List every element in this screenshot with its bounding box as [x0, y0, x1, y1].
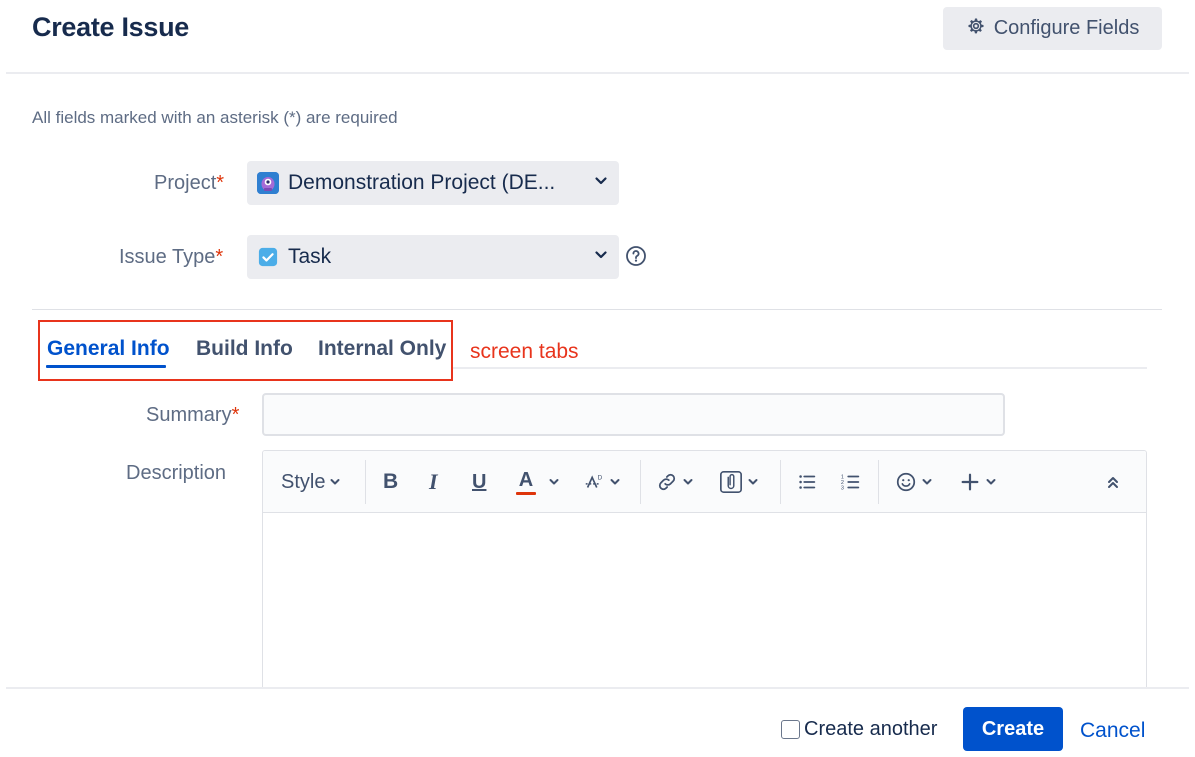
tabs-baseline: [453, 367, 1147, 369]
create-another-option[interactable]: Create another: [781, 718, 937, 741]
attachment-icon: [719, 470, 743, 494]
chevron-down-icon: [548, 476, 560, 488]
footer-divider: [6, 687, 1189, 689]
summary-label: Summary*: [146, 404, 239, 427]
clear-formatting-icon: D: [583, 471, 605, 493]
project-label: Project*: [154, 172, 224, 195]
required-asterisk: *: [216, 172, 224, 194]
toolbar-separator: [640, 460, 641, 504]
insert-more-button[interactable]: [959, 465, 997, 499]
gear-icon: [966, 16, 986, 42]
issue-type-label: Issue Type*: [119, 246, 223, 269]
collapse-toolbar-button[interactable]: [1105, 465, 1121, 499]
tab-build-info[interactable]: Build Info: [196, 337, 293, 361]
italic-button[interactable]: I: [429, 465, 438, 499]
required-asterisk: *: [215, 246, 223, 268]
bullet-list-icon: [796, 471, 818, 493]
style-dropdown[interactable]: Style: [281, 465, 341, 499]
toolbar-separator: [780, 460, 781, 504]
bullet-list-button[interactable]: [796, 465, 818, 499]
tab-internal-only[interactable]: Internal Only: [318, 337, 446, 361]
create-another-label: Create another: [804, 718, 937, 741]
project-select[interactable]: Demonstration Project (DE...: [247, 161, 619, 205]
text-color-button[interactable]: A: [516, 465, 560, 499]
svg-text:3: 3: [841, 485, 844, 491]
header-divider: [6, 72, 1189, 74]
project-value: Demonstration Project (DE...: [288, 171, 593, 195]
create-button[interactable]: Create: [963, 707, 1063, 751]
required-asterisk: *: [232, 404, 240, 426]
description-content-area[interactable]: [263, 513, 1146, 709]
issue-type-value: Task: [288, 245, 593, 269]
summary-input[interactable]: [262, 393, 1005, 436]
chevron-down-icon: [682, 476, 694, 488]
description-label: Description: [126, 462, 226, 485]
project-avatar-icon: [257, 172, 279, 194]
clear-formatting-button[interactable]: D: [583, 465, 621, 499]
bold-icon: B: [383, 470, 398, 494]
italic-icon: I: [429, 469, 438, 495]
chevron-down-icon: [609, 476, 621, 488]
required-fields-note: All fields marked with an asterisk (*) a…: [32, 108, 398, 128]
numbered-list-button[interactable]: 1 2 3: [840, 465, 862, 499]
editor-toolbar: Style B I U A D: [263, 451, 1146, 513]
toolbar-separator: [878, 460, 879, 504]
link-button[interactable]: [656, 465, 694, 499]
chevron-down-icon: [593, 173, 609, 194]
issue-type-select[interactable]: Task: [247, 235, 619, 279]
attachment-button[interactable]: [719, 465, 759, 499]
configure-fields-label: Configure Fields: [994, 17, 1140, 40]
chevron-down-icon: [921, 476, 933, 488]
chevron-down-icon: [985, 476, 997, 488]
annotation-label: screen tabs: [470, 340, 579, 364]
smiley-icon: [895, 471, 917, 493]
task-checkbox-icon: [257, 246, 279, 268]
active-tab-indicator: [46, 365, 166, 368]
dialog-header: Create Issue Configure Fields: [0, 0, 1195, 74]
emoji-button[interactable]: [895, 465, 933, 499]
chevron-down-icon: [747, 476, 759, 488]
chevron-down-icon: [329, 476, 341, 488]
link-icon: [656, 471, 678, 493]
svg-text:D: D: [598, 474, 603, 481]
description-editor[interactable]: Style B I U A D: [262, 450, 1147, 710]
underline-button[interactable]: U: [472, 465, 486, 499]
toolbar-separator: [365, 460, 366, 504]
help-question-icon[interactable]: [625, 245, 647, 267]
cancel-link[interactable]: Cancel: [1080, 719, 1145, 743]
bold-button[interactable]: B: [383, 465, 398, 499]
plus-icon: [959, 471, 981, 493]
tab-general-info[interactable]: General Info: [47, 337, 170, 361]
chevron-down-icon: [593, 247, 609, 268]
text-color-icon: A: [516, 470, 536, 495]
configure-fields-button[interactable]: Configure Fields: [943, 7, 1162, 50]
numbered-list-icon: 1 2 3: [840, 471, 862, 493]
section-divider: [32, 309, 1162, 310]
create-another-checkbox[interactable]: [781, 720, 800, 739]
page-title: Create Issue: [32, 12, 189, 43]
chevron-double-up-icon: [1105, 474, 1121, 490]
underline-icon: U: [472, 471, 486, 494]
